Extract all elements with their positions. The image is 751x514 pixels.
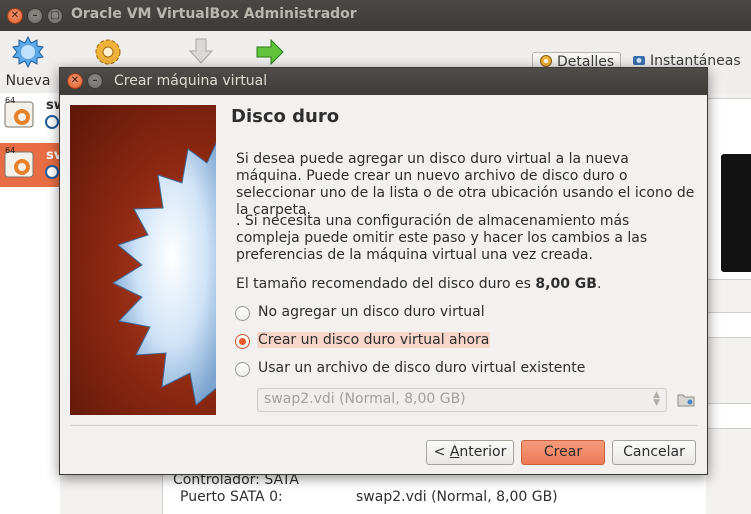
recommended-prefix: El tamaño recomendado del disco duro es [236,276,536,292]
sata-port-value: swap2.vdi (Normal, 8,00 GB) [356,489,558,505]
intro-text: Si desea puede agregar un disco duro vir… [236,151,695,218]
option-label: Usar un archivo de disco duro virtual ex… [258,360,586,376]
wizard-watermark-icon [111,142,216,406]
preview-screen [721,154,751,272]
existing-disk-select[interactable]: swap2.vdi (Normal, 8,00 GB) ▲ ▼ [257,388,667,412]
page-title: Disco duro [231,106,340,127]
window-title: Oracle VM VirtualBox Administrador [71,6,357,22]
new-vm-icon [12,35,44,69]
choose-disk-folder-button[interactable] [676,390,696,408]
preview-strip [706,93,751,514]
dialog-close-button[interactable]: ✕ [67,73,83,89]
window-minimize-button[interactable]: – [27,8,43,24]
option-label: Crear un disco duro virtual ahora [257,332,491,348]
recommended-size: 8,00 GB [535,276,597,292]
vm-list-item[interactable]: 64 sw [0,93,66,137]
details-gear-icon [540,55,552,67]
window-close-button[interactable]: ✕ [7,8,23,24]
section-frame [706,312,751,338]
dialog-title: Crear máquina virtual [114,73,268,89]
radio-button-checked[interactable] [235,334,250,349]
minimize-icon: – [32,10,38,21]
close-icon: ✕ [70,75,80,86]
existing-disk-value: swap2.vdi (Normal, 8,00 GB) [264,391,466,407]
vm-arch-badge: 64 [5,146,16,155]
discard-arrow-icon [188,38,214,64]
radio-button[interactable] [235,362,250,377]
vm-list-item[interactable]: 64 sv [0,143,62,187]
vm-state-icon [45,165,59,179]
preview-frame [706,98,751,280]
folder-icon [677,394,695,407]
start-arrow-icon [256,38,284,66]
new-vm-label: Nueva [5,73,51,89]
cancel-button[interactable]: Cancelar [612,440,696,465]
button-separator [70,425,697,426]
dialog-titlebar: ✕ – Crear máquina virtual [60,68,707,95]
radio-dot-icon [239,338,246,345]
vm-state-icon [45,115,59,129]
option-label: No agregar un disco duro virtual [258,304,485,320]
settings-gear-icon [95,39,121,65]
advanced-text: . Si necesita una configuración de almac… [236,213,648,263]
recommended-suffix: . [596,276,602,292]
window-maximize-button[interactable]: □ [47,8,63,24]
create-button[interactable]: Crear [521,440,605,465]
vm-arch-badge: 64 [5,96,16,105]
create-vm-dialog: ✕ – Crear máquina virtual Disco duro Si … [59,67,708,475]
radio-button[interactable] [235,306,250,321]
recommended-size-text: El tamaño recomendado del disco duro es … [236,276,696,293]
main-window-titlebar: ✕ – □ Oracle VM VirtualBox Administrador [0,0,751,31]
close-icon: ✕ [10,10,20,21]
snapshots-camera-icon [633,56,645,65]
vm-list: 64 sw 64 sv [0,93,66,514]
wizard-watermark [70,105,216,415]
minimize-icon: – [92,75,98,86]
new-vm-button[interactable]: Nueva [0,35,56,89]
sata-port-label: Puerto SATA 0: [180,489,283,505]
back-button[interactable]: < Anterior [426,440,514,465]
section-frame [706,403,751,429]
maximize-icon: □ [50,10,60,21]
dialog-minimize-button[interactable]: – [87,73,103,89]
updown-arrows-icon: ▲ ▼ [653,390,660,408]
